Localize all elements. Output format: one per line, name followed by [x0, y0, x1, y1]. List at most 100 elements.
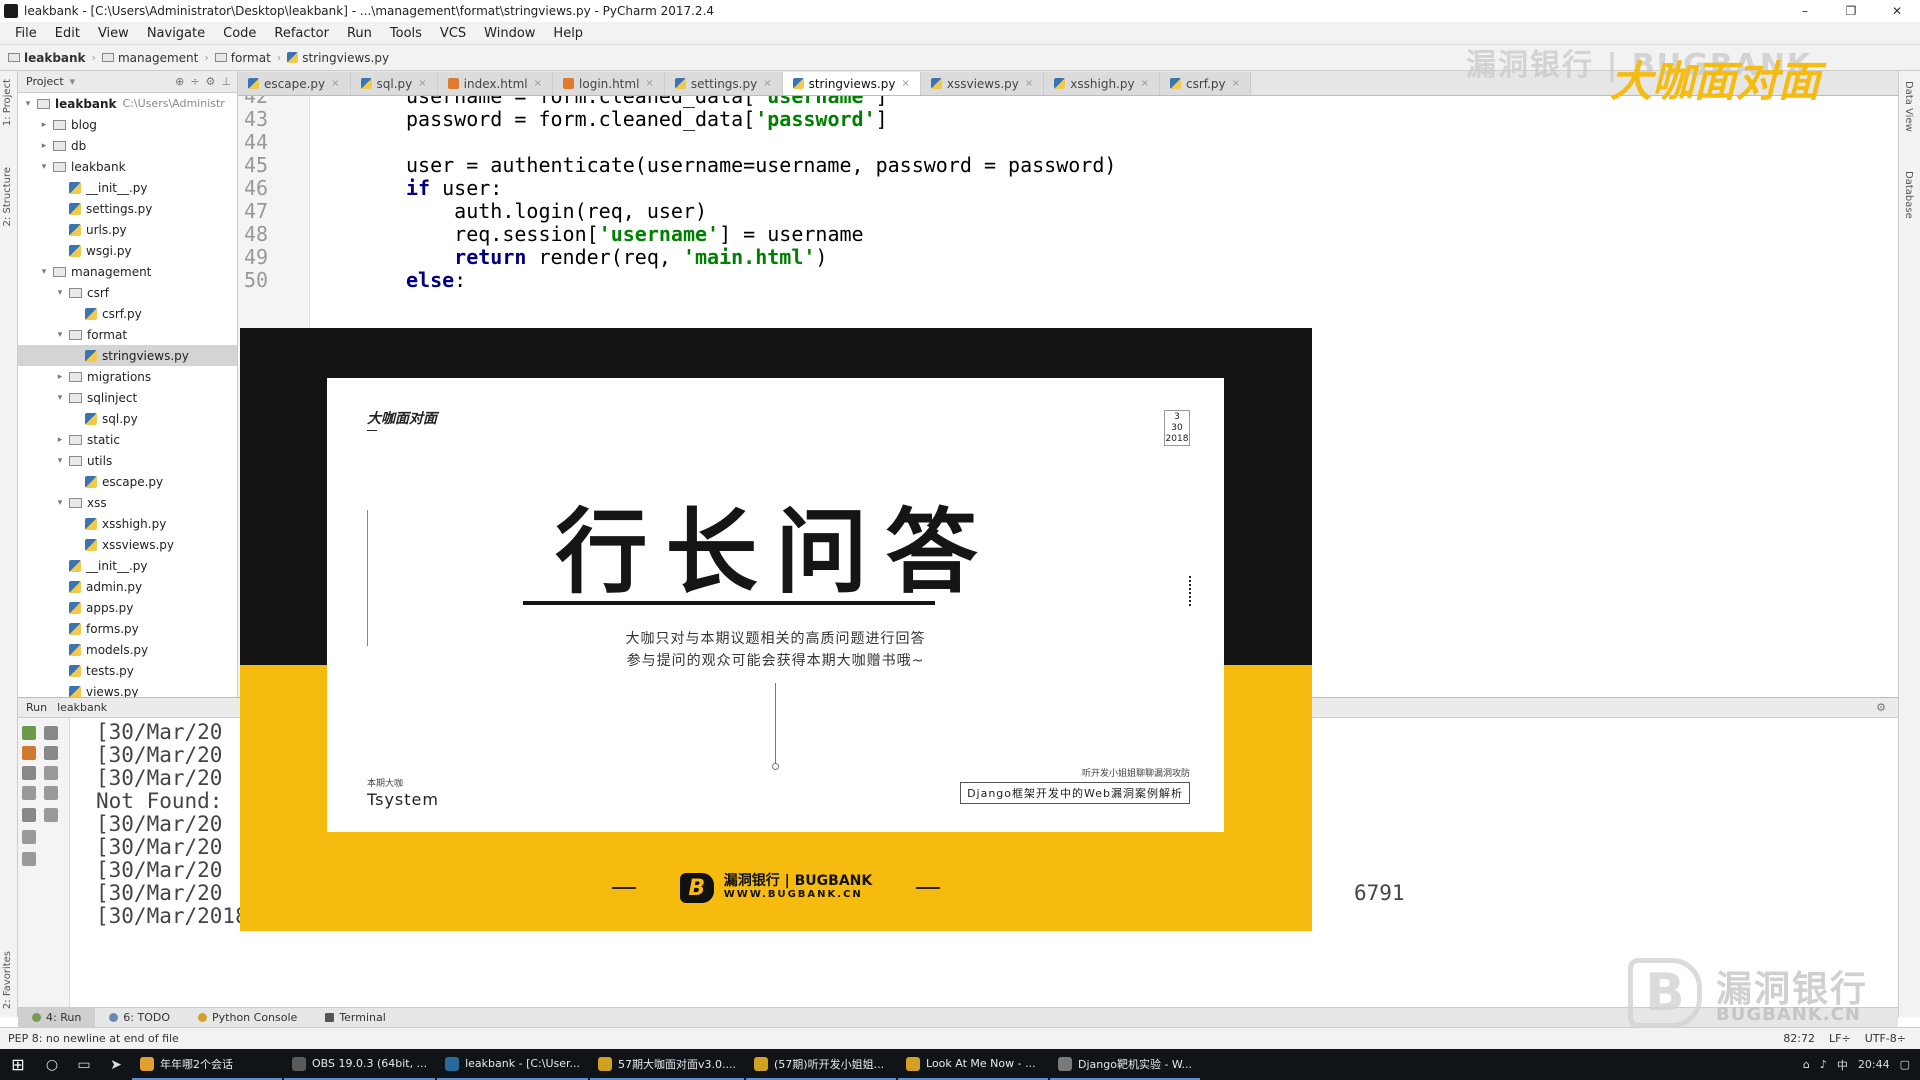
close-tab-icon[interactable]: × [1141, 78, 1149, 89]
tool-window-database[interactable]: Database [1903, 171, 1914, 219]
close-tab-icon[interactable]: × [763, 78, 771, 89]
chevron-right-icon[interactable]: ▸ [54, 372, 66, 382]
taskbar-task[interactable]: leakbank - [C:\User... [437, 1049, 589, 1080]
taskbar-task[interactable]: Look At Me Now - ... [898, 1049, 1049, 1080]
chevron-down-icon[interactable]: ▾ [54, 330, 66, 340]
chevron-right-icon[interactable]: ▸ [38, 141, 50, 151]
breadcrumb-item[interactable]: format [214, 51, 271, 65]
menu-view[interactable]: View [89, 26, 138, 41]
task-view-icon[interactable]: ▭ [68, 1049, 100, 1080]
tree-file[interactable]: settings.py [18, 198, 237, 219]
ime-icon[interactable]: 中 [1837, 1057, 1848, 1073]
chevron-down-icon[interactable]: ▾ [54, 498, 66, 508]
taskbar-task[interactable]: Django靶机实验 - W... [1050, 1049, 1201, 1080]
tool-window-data-view[interactable]: Data View [1903, 81, 1914, 132]
tree-folder[interactable]: ▾ csrf [18, 282, 237, 303]
editor-tab[interactable]: escape.py × [238, 72, 351, 95]
maximize-button[interactable]: ❐ [1828, 0, 1874, 22]
tree-file[interactable]: escape.py [18, 471, 237, 492]
tab-run[interactable]: 4: Run [18, 1007, 96, 1028]
taskbar-task[interactable]: 57期大咖面对面v3.0.... [590, 1049, 745, 1080]
tree-file[interactable]: sql.py [18, 408, 237, 429]
close-tab-icon[interactable]: × [645, 78, 653, 89]
clock[interactable]: 20:44 [1858, 1058, 1890, 1071]
chevron-down-icon[interactable]: ▾ [38, 162, 50, 172]
editor-tab[interactable]: login.html × [553, 72, 665, 95]
close-tab-icon[interactable]: × [534, 78, 542, 89]
tree-folder[interactable]: ▾ utils [18, 450, 237, 471]
run-config-name[interactable]: leakbank [57, 701, 107, 714]
caret-position[interactable]: 82:72 [1783, 1032, 1815, 1045]
file-encoding[interactable]: UTF-8÷ [1865, 1032, 1906, 1045]
tree-file[interactable]: urls.py [18, 219, 237, 240]
tree-folder[interactable]: ▾ format [18, 324, 237, 345]
minimize-button[interactable]: – [1782, 0, 1828, 22]
tree-folder[interactable]: ▾ sqlinject [18, 387, 237, 408]
chevron-down-icon[interactable]: ▾ [38, 267, 50, 277]
gear-icon[interactable]: ⚙ [1876, 701, 1886, 714]
menu-edit[interactable]: Edit [46, 26, 89, 41]
pinned-app-icon[interactable]: ➤ [100, 1049, 132, 1080]
hide-icon[interactable]: ⊥ [221, 75, 231, 88]
tree-file[interactable]: forms.py [18, 618, 237, 639]
tree-folder[interactable]: ▾ leakbank [18, 156, 237, 177]
chevron-right-icon[interactable]: ▸ [38, 120, 50, 130]
tree-folder[interactable]: ▸ migrations [18, 366, 237, 387]
tree-file[interactable]: views.py [18, 681, 237, 697]
chevron-down-icon[interactable]: ▾ [70, 75, 76, 88]
menu-help[interactable]: Help [544, 26, 592, 41]
tree-file[interactable]: wsgi.py [18, 240, 237, 261]
taskbar-task[interactable]: (57期)听开发小姐姐... [746, 1049, 897, 1080]
tree-file[interactable]: stringviews.py [18, 345, 237, 366]
tree-file[interactable]: apps.py [18, 597, 237, 618]
volume-icon[interactable]: ♪ [1820, 1058, 1827, 1071]
menu-tools[interactable]: Tools [381, 26, 431, 41]
chevron-down-icon[interactable]: ▾ [54, 288, 66, 298]
tree-folder[interactable]: ▾ leakbank C:\Users\Administr [18, 93, 237, 114]
close-tab-icon[interactable]: × [901, 78, 909, 89]
tool-window-project[interactable]: 1: Project [2, 79, 13, 126]
menu-file[interactable]: File [6, 26, 46, 41]
tree-file[interactable]: tests.py [18, 660, 237, 681]
breadcrumb-item[interactable]: stringviews.py [287, 51, 389, 65]
chevron-down-icon[interactable]: ▾ [22, 99, 34, 109]
taskbar-task[interactable]: 年年哪2个会话 [132, 1049, 282, 1080]
breadcrumb-item[interactable]: management [101, 51, 198, 65]
gear-icon[interactable]: ⚙ [206, 75, 216, 88]
collapse-icon[interactable]: ÷ [190, 75, 199, 88]
chevron-right-icon[interactable]: ▸ [54, 435, 66, 445]
tree-folder[interactable]: ▸ static [18, 429, 237, 450]
editor-tab[interactable]: index.html × [437, 72, 554, 95]
tree-file[interactable]: __init__.py [18, 177, 237, 198]
editor-tab[interactable]: csrf.py × [1159, 72, 1252, 95]
tree-file[interactable]: admin.py [18, 576, 237, 597]
network-icon[interactable]: ⌂ [1803, 1058, 1810, 1071]
tab-terminal[interactable]: Terminal [311, 1011, 400, 1024]
windows-start-icon[interactable]: ⊞ [0, 1049, 36, 1080]
editor-tab[interactable]: xsshigh.py × [1044, 72, 1160, 95]
line-separator[interactable]: LF÷ [1829, 1032, 1851, 1045]
sync-icon[interactable]: ⊕ [175, 75, 184, 88]
tree-folder[interactable]: ▾ management [18, 261, 237, 282]
tab-python-console[interactable]: Python Console [184, 1011, 311, 1024]
chevron-down-icon[interactable]: ▾ [54, 393, 66, 403]
chevron-down-icon[interactable]: ▾ [54, 456, 66, 466]
tab-todo[interactable]: 6: TODO [95, 1011, 184, 1024]
close-tab-icon[interactable]: × [331, 78, 339, 89]
tree-file[interactable]: xsshigh.py [18, 513, 237, 534]
menu-vcs[interactable]: VCS [431, 26, 475, 41]
tree-file[interactable]: csrf.py [18, 303, 237, 324]
editor-tab[interactable]: xssviews.py × [920, 72, 1045, 95]
menu-window[interactable]: Window [475, 26, 544, 41]
tree-file[interactable]: xssviews.py [18, 534, 237, 555]
close-tab-icon[interactable]: × [418, 78, 426, 89]
tree-folder[interactable]: ▸ db [18, 135, 237, 156]
menu-refactor[interactable]: Refactor [265, 26, 338, 41]
tree-file[interactable]: models.py [18, 639, 237, 660]
notification-icon[interactable]: ▢ [1900, 1058, 1910, 1071]
breadcrumb-item[interactable]: leakbank [8, 51, 86, 65]
tool-window-structure[interactable]: 2: Structure [2, 167, 13, 226]
close-tab-icon[interactable]: × [1025, 78, 1033, 89]
cortana-icon[interactable]: ○ [36, 1049, 68, 1080]
tool-window-favorites[interactable]: 2: Favorites [2, 951, 13, 1009]
